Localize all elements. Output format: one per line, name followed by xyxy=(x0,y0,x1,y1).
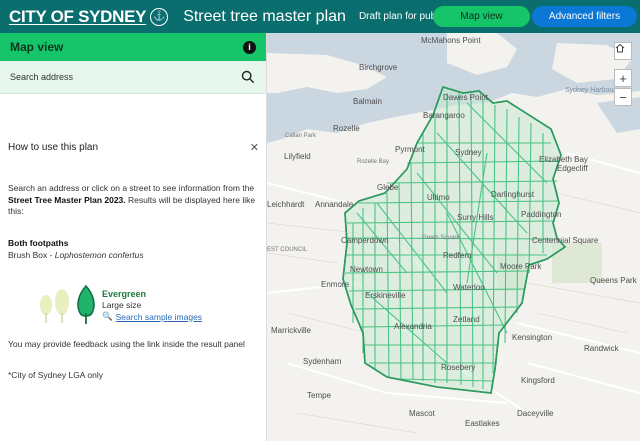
map-label: Dawes Point xyxy=(443,93,488,102)
map-label: Erskineville xyxy=(365,291,406,300)
map-label: Edgecliff xyxy=(557,164,588,173)
howto-section: How to use this plan ✕ xyxy=(0,141,267,154)
panel-header: Map view i xyxy=(0,33,266,61)
map-label: Kensington xyxy=(512,333,553,342)
map-label: Alexandria xyxy=(394,322,432,331)
map-label: Eastlakes xyxy=(465,419,500,428)
map-label: Rosebery xyxy=(441,363,476,372)
map-label: Waterloo xyxy=(453,283,485,292)
map-label: Paddington xyxy=(521,210,562,219)
map-label: EST COUNCIL xyxy=(267,247,308,253)
map-label: Sydenham xyxy=(303,357,342,366)
map-label: Balmain xyxy=(353,97,382,106)
app-title: Street tree master plan xyxy=(183,7,346,25)
map-label: Rozelle xyxy=(333,124,360,133)
map-label: Barangaroo xyxy=(423,111,465,120)
map-label: Lilyfield xyxy=(284,152,311,161)
home-icon xyxy=(615,43,625,53)
map-label: Leichhardt xyxy=(267,200,305,209)
map-label: Birchgrove xyxy=(359,63,398,72)
feedback-note: You may provide feedback using the link … xyxy=(8,339,245,349)
map-label: Surry Hills xyxy=(457,213,494,222)
lga-note: *City of Sydney LGA only xyxy=(8,370,103,380)
map-label: Tempe xyxy=(307,391,332,400)
zoom-out-button[interactable]: − xyxy=(614,88,632,106)
panel-title: Map view xyxy=(10,40,64,54)
map-label: Elizabeth Bay xyxy=(539,155,588,164)
map-label: Daceyville xyxy=(517,409,554,418)
crest-icon: ⚓ xyxy=(150,7,169,26)
app-header: CITY OF SYDNEY ⚓ Street tree master plan… xyxy=(0,0,640,33)
city-of-sydney-logo[interactable]: CITY OF SYDNEY ⚓ xyxy=(9,6,169,27)
map-label: Annandale xyxy=(315,200,354,209)
map-label: Callan Park xyxy=(285,133,317,139)
zoom-in-button[interactable]: + xyxy=(614,69,632,87)
footpath-label: Both footpaths xyxy=(8,238,69,248)
size-label: Large size xyxy=(102,300,142,310)
map-label: Moore Park xyxy=(500,262,542,271)
magnifier-icon: 🔍 xyxy=(102,311,113,321)
search-samples-link[interactable]: 🔍 Search sample images xyxy=(102,311,202,322)
map-label: Centennial Square xyxy=(532,236,599,245)
map-label: Enmore xyxy=(321,280,350,289)
howto-intro: Search an address or click on a street t… xyxy=(8,183,256,216)
map-label: Sydney xyxy=(455,148,482,157)
search-icon[interactable] xyxy=(241,70,255,84)
map-label: Randwick xyxy=(584,344,619,353)
home-button[interactable] xyxy=(614,42,632,60)
map-label: Sydney Harbour xyxy=(565,87,616,94)
foliage-label: Evergreen xyxy=(102,289,147,299)
close-icon[interactable]: ✕ xyxy=(250,141,259,154)
species-label: Brush Box - Lophostemon confertus xyxy=(8,250,144,260)
map-label: Queens Park xyxy=(590,276,637,285)
map-label: Camperdown xyxy=(341,236,389,245)
map-label: Pyrmont xyxy=(395,145,425,154)
map-view-button[interactable]: Map view xyxy=(433,6,530,27)
search-bar xyxy=(0,61,266,94)
map-label: Kingsford xyxy=(521,376,555,385)
map-label: Marrickville xyxy=(271,326,311,335)
info-icon[interactable]: i xyxy=(243,40,256,54)
map-label: McMahons Point xyxy=(421,36,481,45)
search-input[interactable] xyxy=(10,72,210,82)
map-label: Green Square xyxy=(422,235,460,241)
advanced-filters-button[interactable]: Advanced filters xyxy=(532,6,637,27)
map-label: Zetland xyxy=(453,315,480,324)
map-label: Rozelle Bay xyxy=(357,159,390,165)
plan-name: Street Tree Master Plan 2023. xyxy=(8,194,126,205)
map-label: Redfern xyxy=(443,251,472,260)
map-label: Darlinghurst xyxy=(491,190,535,199)
map-label: Newtown xyxy=(350,265,383,274)
map-label: Ultimo xyxy=(427,193,450,202)
map-label: Mascot xyxy=(409,409,435,418)
howto-title: How to use this plan xyxy=(8,142,99,153)
logo-text: CITY OF SYDNEY xyxy=(9,6,147,26)
map-canvas[interactable]: McMahons Point Birchgrove Balmain Rozell… xyxy=(267,33,640,441)
tree-size-icon xyxy=(40,284,95,324)
side-panel: Map view i How to use this plan ✕ Search… xyxy=(0,33,267,441)
map-label: Glebe xyxy=(377,183,399,192)
